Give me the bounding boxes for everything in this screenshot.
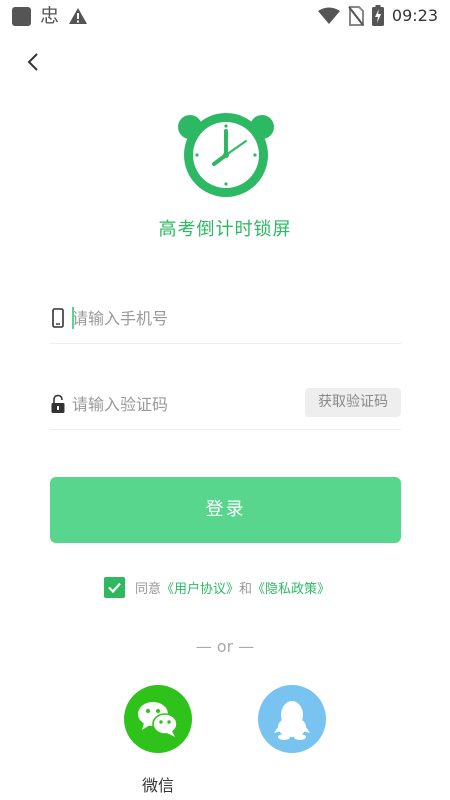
battery-charging-icon	[371, 5, 384, 26]
phone-field	[50, 292, 401, 344]
verification-code-field: 获取验证码	[50, 378, 401, 430]
lock-icon	[51, 394, 65, 413]
privacy-policy-link[interactable]: 《隐私政策》	[252, 578, 330, 597]
back-button[interactable]	[20, 48, 48, 76]
verification-code-input[interactable]	[72, 388, 302, 420]
alarm-clock-logo-icon	[178, 113, 274, 197]
wechat-icon	[138, 702, 178, 737]
login-button[interactable]: 登录	[50, 477, 401, 543]
wechat-login-button[interactable]	[124, 685, 192, 753]
notification-square-icon	[12, 6, 31, 26]
app-title: 高考倒计时锁屏	[158, 219, 292, 240]
agreement-and: 和	[239, 581, 253, 597]
or-divider: — or —	[195, 637, 255, 656]
status-bar-right: 09:23	[317, 5, 438, 26]
carrier-glyph: 忠	[40, 5, 60, 27]
status-bar-left: 忠	[12, 6, 88, 26]
phone-input[interactable]	[72, 302, 302, 334]
agreement-row: 同意 《用户协议》 和 《隐私政策》	[104, 576, 330, 598]
status-bar: 忠 09:23	[0, 0, 450, 32]
qq-penguin-icon	[274, 701, 310, 740]
chevron-left-icon	[27, 53, 38, 71]
agreement-checkbox[interactable]	[104, 576, 125, 598]
wechat-label: 微信	[141, 776, 174, 795]
check-icon	[108, 582, 121, 593]
text-caret	[72, 307, 74, 329]
phone-icon	[52, 308, 64, 328]
get-code-button[interactable]: 获取验证码	[305, 388, 401, 417]
qq-login-button[interactable]	[258, 685, 326, 753]
warning-icon	[69, 8, 88, 24]
no-sim-icon	[348, 5, 364, 26]
agreement-prefix: 同意	[135, 581, 162, 597]
wifi-icon	[317, 7, 340, 24]
user-agreement-link[interactable]: 《用户协议》	[161, 578, 239, 597]
clock-time: 09:23	[391, 6, 438, 25]
